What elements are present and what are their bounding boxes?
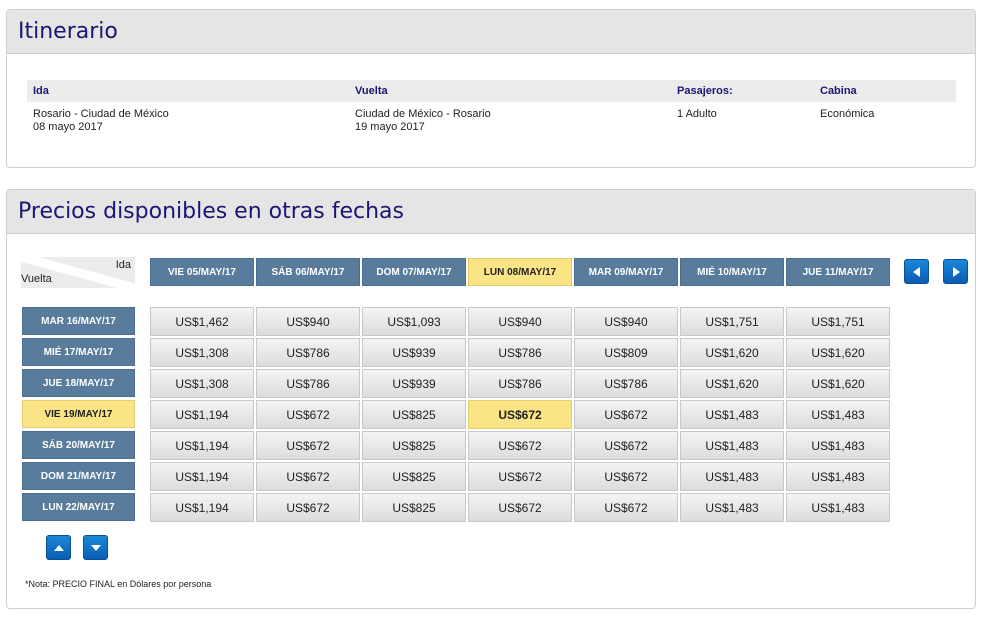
price-cell[interactable]: US$1,194 (150, 493, 254, 522)
departure-date-column-header[interactable]: LUN 08/MAY/17 (468, 258, 572, 286)
vuelta-cell: Ciudad de México - Rosario 19 mayo 2017 (349, 108, 671, 134)
price-cell[interactable]: US$1,483 (680, 431, 784, 460)
ida-date: 08 mayo 2017 (33, 121, 103, 133)
return-date-row-header[interactable]: LUN 22/MAY/17 (22, 493, 135, 521)
price-cell[interactable]: US$786 (468, 338, 572, 367)
return-date-row-header[interactable]: JUE 18/MAY/17 (22, 369, 135, 397)
price-cell[interactable]: US$1,483 (786, 493, 890, 522)
price-cell[interactable]: US$672 (574, 462, 678, 491)
price-cell[interactable]: US$672 (256, 462, 360, 491)
pasajeros-value: 1 Adulto (677, 108, 717, 120)
price-cell[interactable]: US$1,483 (680, 493, 784, 522)
departure-date-column-header[interactable]: MAR 09/MAY/17 (574, 258, 678, 286)
price-cell[interactable]: US$672 (468, 431, 572, 460)
price-cell[interactable]: US$1,194 (150, 400, 254, 429)
price-cell[interactable]: US$1,620 (786, 369, 890, 398)
price-cell[interactable]: US$1,194 (150, 431, 254, 460)
price-cell[interactable]: US$786 (468, 369, 572, 398)
price-cell[interactable]: US$940 (468, 307, 572, 336)
return-date-row-header[interactable]: DOM 21/MAY/17 (22, 462, 135, 490)
price-cell[interactable]: US$786 (574, 369, 678, 398)
price-cell[interactable]: US$672 (468, 493, 572, 522)
price-cell[interactable]: US$786 (256, 338, 360, 367)
prev-week-button[interactable] (904, 259, 929, 284)
next-week-button[interactable] (943, 259, 968, 284)
next-return-button[interactable] (83, 535, 108, 560)
price-cell[interactable]: US$1,620 (786, 338, 890, 367)
departure-date-column-header[interactable]: SÁB 06/MAY/17 (256, 258, 360, 286)
price-cell[interactable]: US$786 (256, 369, 360, 398)
departure-date-column-header[interactable]: JUE 11/MAY/17 (786, 258, 890, 286)
price-cell[interactable]: US$1,308 (150, 369, 254, 398)
arrow-down-icon (90, 544, 101, 551)
price-cell[interactable]: US$672 (468, 400, 572, 429)
price-cell[interactable]: US$1,194 (150, 462, 254, 491)
header-pasajeros: Pasajeros: (677, 85, 733, 97)
itinerary-title: Itinerario (18, 19, 118, 44)
price-cell[interactable]: US$939 (362, 369, 466, 398)
price-cell[interactable]: US$672 (256, 400, 360, 429)
return-date-row-header[interactable]: MAR 16/MAY/17 (22, 307, 135, 335)
cabina-value: Económica (820, 108, 875, 120)
price-cell[interactable]: US$809 (574, 338, 678, 367)
return-date-row-header[interactable]: VIE 19/MAY/17 (22, 400, 135, 428)
corner-ida-label: Ida (115, 259, 131, 271)
price-cell[interactable]: US$1,483 (680, 462, 784, 491)
itinerary-table-header: Ida Vuelta Pasajeros: Cabina (27, 80, 956, 102)
itinerary-header: Itinerario (7, 10, 975, 54)
prev-return-button[interactable] (46, 535, 71, 560)
return-date-row-header[interactable]: MIÉ 17/MAY/17 (22, 338, 135, 366)
departure-date-column-header[interactable]: DOM 07/MAY/17 (362, 258, 466, 286)
price-cell[interactable]: US$1,483 (786, 462, 890, 491)
price-cell[interactable]: US$672 (574, 493, 678, 522)
corner-vuelta-label: Vuelta (21, 273, 52, 285)
price-cell[interactable]: US$1,483 (786, 431, 890, 460)
price-cell[interactable]: US$672 (468, 462, 572, 491)
price-cell[interactable]: US$825 (362, 493, 466, 522)
price-cell[interactable]: US$1,751 (786, 307, 890, 336)
price-cell[interactable]: US$1,620 (680, 369, 784, 398)
itinerary-panel: Itinerario Ida Vuelta Pasajeros: Cabina … (6, 9, 976, 168)
arrow-up-icon (53, 544, 64, 551)
price-cell[interactable]: US$1,093 (362, 307, 466, 336)
itinerary-row: Rosario - Ciudad de México 08 mayo 2017 … (27, 102, 956, 134)
header-ida: Ida (33, 85, 49, 97)
grid-corner: Ida Vuelta (21, 257, 135, 288)
price-cell[interactable]: US$1,620 (680, 338, 784, 367)
price-cell[interactable]: US$825 (362, 462, 466, 491)
price-cell[interactable]: US$825 (362, 400, 466, 429)
vuelta-date: 19 mayo 2017 (355, 121, 425, 133)
price-cell[interactable]: US$940 (574, 307, 678, 336)
price-cell[interactable]: US$1,462 (150, 307, 254, 336)
itinerary-table: Ida Vuelta Pasajeros: Cabina Rosario - C… (27, 80, 956, 134)
price-cell[interactable]: US$672 (574, 431, 678, 460)
header-cabina: Cabina (820, 85, 857, 97)
vuelta-route: Ciudad de México - Rosario (355, 108, 491, 120)
price-cell[interactable]: US$672 (256, 493, 360, 522)
price-cell[interactable]: US$1,483 (680, 400, 784, 429)
ida-route: Rosario - Ciudad de México (33, 108, 169, 120)
ida-cell: Rosario - Ciudad de México 08 mayo 2017 (27, 108, 349, 134)
departure-date-column-header[interactable]: VIE 05/MAY/17 (150, 258, 254, 286)
prices-panel: Precios disponibles en otras fechas Ida … (6, 189, 976, 609)
price-cell[interactable]: US$825 (362, 431, 466, 460)
return-date-row-header[interactable]: SÁB 20/MAY/17 (22, 431, 135, 459)
departure-date-column-header[interactable]: MIÉ 10/MAY/17 (680, 258, 784, 286)
price-note: *Nota: PRECIO FINAL en Dólares por perso… (25, 579, 212, 589)
price-cell[interactable]: US$672 (256, 431, 360, 460)
price-cell[interactable]: US$939 (362, 338, 466, 367)
prices-title: Precios disponibles en otras fechas (18, 199, 404, 224)
price-cell[interactable]: US$940 (256, 307, 360, 336)
price-cell[interactable]: US$672 (574, 400, 678, 429)
price-cell[interactable]: US$1,308 (150, 338, 254, 367)
header-vuelta: Vuelta (355, 85, 388, 97)
arrow-left-icon (912, 266, 920, 277)
price-cell[interactable]: US$1,751 (680, 307, 784, 336)
prices-header: Precios disponibles en otras fechas (7, 190, 975, 234)
arrow-right-icon (952, 266, 960, 277)
price-cell[interactable]: US$1,483 (786, 400, 890, 429)
